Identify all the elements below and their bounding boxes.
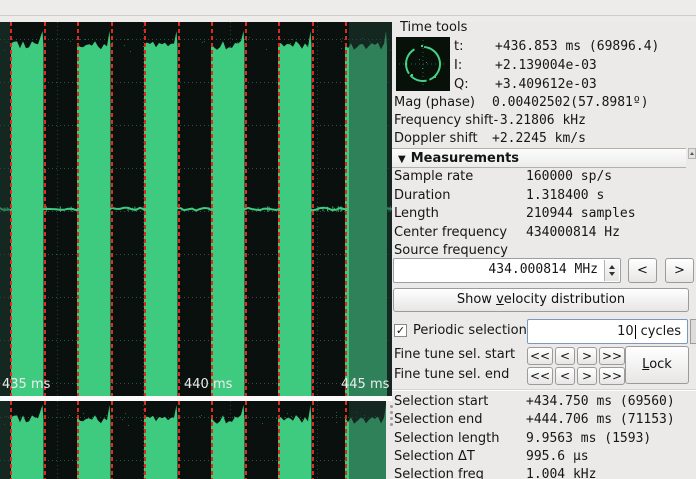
fine-tune-start-buttons: << < > >>: [527, 347, 625, 365]
fine-tune-start-fast-back-button[interactable]: <<: [527, 347, 553, 365]
selection-length-row: Selection length 9.9563 ms (1593): [392, 431, 696, 447]
selection-cycle-marker: [312, 401, 314, 479]
selection-cycle-marker: [10, 22, 12, 396]
frequency-value: 434.000814 MHz: [488, 262, 598, 277]
selection-cycle-marker: [278, 22, 280, 396]
fine-tune-start-back-button[interactable]: <: [555, 347, 575, 365]
duration-row: Duration 1.318400 s: [392, 188, 696, 204]
show-velocity-distribution-button[interactable]: Show velocity distribution: [393, 288, 689, 312]
selection-cycle-marker: [245, 22, 247, 396]
collapse-triangle-icon: ▼: [398, 154, 406, 165]
selection-cycle-marker: [178, 401, 180, 479]
length-row: Length 210944 samples: [392, 206, 696, 222]
iq-row-q: Q: +3.409612e-03: [392, 77, 696, 93]
cycles-suffix: cycles: [641, 324, 681, 339]
side-panel: Time tools t: +436.853 ms (69896.4) I: +…: [392, 17, 696, 479]
selection-cycle-marker: [245, 401, 247, 479]
selection-end-row: Selection end +444.706 ms (71153): [392, 412, 696, 428]
section-separator: [392, 389, 696, 390]
waveform-display-upper[interactable]: 435 ms 440 ms 445 ms: [0, 22, 392, 396]
fine-tune-end-fast-back-button[interactable]: <<: [527, 367, 553, 385]
iq-row-t: t: +436.853 ms (69896.4): [392, 39, 696, 55]
iq-row-i: I: +2.139004e-03: [392, 58, 696, 74]
selection-cycle-marker: [211, 401, 213, 479]
outside-selection-shade: [349, 22, 392, 396]
frequency-shift-row: Frequency shift -3.21806 kHz: [392, 113, 696, 129]
source-frequency-row: Source frequency: [392, 243, 696, 259]
selection-freq-row: Selection freq 1.004 kHz: [392, 467, 696, 479]
selection-delta-t-row: Selection ΔT 995.6 µs: [392, 449, 696, 465]
selection-cycle-marker: [10, 401, 12, 479]
fine-tune-end-forward-button[interactable]: >: [577, 367, 597, 385]
selection-cycle-marker: [77, 401, 79, 479]
fine-tune-end-buttons: << < > >>: [527, 367, 625, 385]
selection-cycle-marker: [44, 22, 46, 396]
cycles-input[interactable]: 10 cycles: [527, 319, 688, 344]
selection-cycle-marker: [211, 22, 213, 396]
frequency-spinbox[interactable]: 434.000814 MHz: [393, 258, 621, 283]
selection-cycle-marker: [111, 22, 113, 396]
outside-selection-shade: [0, 22, 10, 396]
time-axis-label: 435 ms: [2, 377, 50, 392]
periodic-selection-label: Periodic selection: [413, 323, 527, 338]
doppler-shift-row: Doppler shift +2.2245 km/s: [392, 131, 696, 147]
mag-phase-row: Mag (phase) 0.00402502(57.8981º): [392, 95, 696, 111]
selection-cycle-marker: [144, 22, 146, 396]
periodic-selection-checkbox[interactable]: ✓: [394, 324, 407, 337]
fine-tune-start-forward-button[interactable]: >: [577, 347, 597, 365]
fine-tune-end-fast-forward-button[interactable]: >>: [599, 367, 625, 385]
sample-rate-row: Sample rate 160000 sp/s: [392, 169, 696, 185]
panel-scroll-up-button[interactable]: [688, 148, 696, 159]
selection-cycle-marker: [345, 22, 347, 396]
cycles-value: 10: [617, 324, 634, 339]
fine-tune-start-fast-forward-button[interactable]: >>: [599, 347, 625, 365]
selection-cycle-marker: [178, 22, 180, 396]
fine-tune-end-back-button[interactable]: <: [555, 367, 575, 385]
waveform-display-lower[interactable]: [0, 401, 386, 479]
text-caret: [635, 325, 636, 339]
selection-start-row: Selection start +434.750 ms (69560): [392, 394, 696, 410]
center-frequency-row: Center frequency 434000814 Hz: [392, 225, 696, 241]
outside-selection-shade: [0, 401, 10, 479]
fine-tune-start-label: Fine tune sel. start: [394, 347, 515, 362]
signal-trace: [0, 22, 392, 396]
fine-tune-end-label: Fine tune sel. end: [394, 367, 509, 382]
time-axis-label: 440 ms: [184, 377, 232, 392]
selection-cycle-marker: [144, 401, 146, 479]
spin-up-icon[interactable]: [609, 265, 615, 269]
application-window: 435 ms 440 ms 445 ms Time tools t: +436.85…: [0, 0, 696, 479]
frequency-spinner[interactable]: [604, 260, 619, 281]
selection-cycle-marker: [345, 401, 347, 479]
time-tools-title: Time tools: [400, 20, 467, 35]
cycles-spinner-clipped[interactable]: [690, 319, 696, 344]
check-icon: ✓: [396, 324, 405, 337]
outside-selection-shade: [349, 401, 386, 479]
spin-down-icon[interactable]: [609, 272, 615, 276]
frequency-next-button[interactable]: >: [665, 258, 694, 283]
frequency-prev-button[interactable]: <: [628, 258, 657, 283]
toolbar-divider: [0, 15, 696, 16]
lock-button[interactable]: Lock: [625, 346, 689, 384]
measurements-section-header[interactable]: ▼ Measurements: [392, 148, 686, 168]
measurements-header-label: Measurements: [411, 151, 519, 166]
selection-cycle-marker: [278, 401, 280, 479]
selection-cycle-marker: [77, 22, 79, 396]
selection-cycle-marker: [312, 22, 314, 396]
selection-cycle-marker: [44, 401, 46, 479]
selection-cycle-marker: [111, 401, 113, 479]
signal-trace: [0, 401, 386, 479]
time-axis-label: 445 ms: [341, 377, 389, 392]
